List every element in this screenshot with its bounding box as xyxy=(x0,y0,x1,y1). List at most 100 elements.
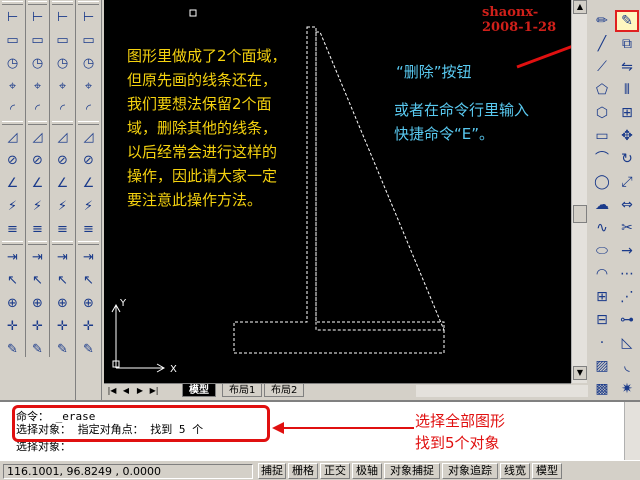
tab-first-button[interactable]: |◀ xyxy=(106,385,118,397)
command-window-scrollbar[interactable] xyxy=(624,402,640,460)
chamfer-icon[interactable]: ◺ xyxy=(615,332,639,354)
dimension-aligned-icon[interactable]: ▭ xyxy=(2,29,24,51)
erase-icon[interactable]: ✏ xyxy=(590,10,614,32)
offset-icon[interactable]: ⫴ xyxy=(615,79,639,101)
box-icon[interactable]: ⊢ xyxy=(27,6,49,28)
hatch-icon[interactable]: ▨ xyxy=(590,355,614,377)
walk-icon[interactable]: ⚡ xyxy=(52,195,74,217)
spline-icon[interactable]: ∿ xyxy=(590,217,614,239)
zoom-icon[interactable]: ⇥ xyxy=(78,246,100,268)
planar-surface-icon[interactable]: ⚡ xyxy=(27,195,49,217)
presspull-icon[interactable]: ⇥ xyxy=(27,246,49,268)
dimension-angular-icon[interactable]: ∠ xyxy=(2,172,24,194)
polygon-icon[interactable]: ⬡ xyxy=(590,102,614,124)
properties-icon[interactable]: ✎ xyxy=(52,338,74,360)
sphere-3d-icon[interactable]: ⊢ xyxy=(78,6,100,28)
toolbar-grip[interactable] xyxy=(2,241,23,245)
otrack-button[interactable]: 对象追踪 xyxy=(442,463,498,479)
stretch-icon[interactable]: ⇔ xyxy=(615,194,639,216)
toolbar-grip[interactable] xyxy=(52,1,73,5)
sweep-icon[interactable]: ↖ xyxy=(27,269,49,291)
make-block-icon[interactable]: ⊟ xyxy=(590,309,614,331)
lineweight-button[interactable]: 线宽 xyxy=(500,463,530,479)
camera-icon[interactable]: ⌖ xyxy=(52,75,74,97)
toolbar-grip[interactable] xyxy=(28,121,47,125)
dimension-ordinate-icon[interactable]: ⌖ xyxy=(2,75,24,97)
ellipse-icon[interactable]: ⬭ xyxy=(590,240,614,262)
helix-icon[interactable]: ∠ xyxy=(27,172,49,194)
construction-line-icon[interactable]: ⟋ xyxy=(590,56,614,78)
scale-icon[interactable]: ⤢ xyxy=(615,171,639,193)
pan-icon[interactable]: ↖ xyxy=(78,269,100,291)
light-icon[interactable]: ◜ xyxy=(52,98,74,120)
sphere-3d-icon[interactable]: ⊢ xyxy=(52,6,74,28)
arc-icon[interactable]: ⌒ xyxy=(590,148,614,170)
explode-icon[interactable]: ✷ xyxy=(615,378,639,400)
insert-block-icon[interactable]: ⊞ xyxy=(590,286,614,308)
ellipse-arc-icon[interactable]: ◠ xyxy=(590,263,614,285)
toolbar-grip[interactable] xyxy=(28,1,47,5)
tab-next-button[interactable]: ▶ xyxy=(134,385,146,397)
tab-last-button[interactable]: ▶| xyxy=(148,385,160,397)
light-icon[interactable]: ◜ xyxy=(78,98,100,120)
pyramid-icon[interactable]: ⊘ xyxy=(27,149,49,171)
tab-layout2[interactable]: 布局2 xyxy=(264,384,305,397)
line-icon[interactable]: ╱ xyxy=(590,33,614,55)
material-icon[interactable]: ◿ xyxy=(52,126,74,148)
fly-icon[interactable]: ≡ xyxy=(78,218,100,240)
join-icon[interactable]: ⊶ xyxy=(615,309,639,331)
snap-button[interactable]: 捕捉 xyxy=(258,463,286,479)
pan-icon[interactable]: ↖ xyxy=(52,269,74,291)
union-icon[interactable]: ✎ xyxy=(27,338,49,360)
gradient-icon[interactable]: ▩ xyxy=(590,378,614,400)
tab-prev-button[interactable]: ◀ xyxy=(120,385,132,397)
osnap-button[interactable]: 对象捕捉 xyxy=(384,463,440,479)
dimension-jogged-icon[interactable]: ◿ xyxy=(2,126,24,148)
grid-button[interactable]: 栅格 xyxy=(288,463,318,479)
render-icon[interactable]: ◷ xyxy=(52,52,74,74)
cylinder-icon[interactable]: ◜ xyxy=(27,98,49,120)
view-icon[interactable]: ⊘ xyxy=(52,149,74,171)
rotate-icon[interactable]: ↻ xyxy=(615,148,639,170)
shade-icon[interactable]: ▭ xyxy=(78,29,100,51)
circle-icon[interactable]: ◯ xyxy=(590,171,614,193)
move-icon[interactable]: ✥ xyxy=(615,125,639,147)
orbit-icon[interactable]: ∠ xyxy=(78,172,100,194)
material-icon[interactable]: ◿ xyxy=(78,126,100,148)
properties-icon[interactable]: ✎ xyxy=(78,338,100,360)
toolbar-grip[interactable] xyxy=(2,1,23,5)
toolbar-grip[interactable] xyxy=(2,121,23,125)
tab-model[interactable]: 模型 xyxy=(182,384,216,397)
quick-dimension-icon[interactable]: ⚡ xyxy=(2,195,24,217)
torus-icon[interactable]: ◿ xyxy=(27,126,49,148)
center-mark-icon[interactable]: ✛ xyxy=(2,315,24,337)
model-button[interactable]: 模型 xyxy=(532,463,562,479)
ortho-button[interactable]: 正交 xyxy=(320,463,350,479)
drawing-area[interactable]: Y X shaonx-2008-1-28 图形里做成了2个面域，但原先画的线条还… xyxy=(104,0,571,383)
array-icon[interactable]: ⊞ xyxy=(615,102,639,124)
loft-icon[interactable]: ✛ xyxy=(27,315,49,337)
break-icon[interactable]: ⋰ xyxy=(615,286,639,308)
cone-icon[interactable]: ◷ xyxy=(27,52,49,74)
extrude-icon[interactable]: ≡ xyxy=(27,218,49,240)
shade-icon[interactable]: ▭ xyxy=(52,29,74,51)
leader-icon[interactable]: ↖ xyxy=(2,269,24,291)
trim-icon[interactable]: ✂ xyxy=(615,217,639,239)
render-icon[interactable]: ◷ xyxy=(78,52,100,74)
scroll-up-arrow[interactable]: ▲ xyxy=(573,0,587,14)
tolerance-icon[interactable]: ⊕ xyxy=(2,292,24,314)
scroll-down-arrow[interactable]: ▼ xyxy=(573,366,587,380)
continue-dimension-icon[interactable]: ⇥ xyxy=(2,246,24,268)
dimension-linear-icon[interactable]: ⊢ xyxy=(2,6,24,28)
toolbar-grip[interactable] xyxy=(52,241,73,245)
fillet-icon[interactable]: ◟ xyxy=(615,355,639,377)
point-icon[interactable]: · xyxy=(590,332,614,354)
canvas-vertical-scrollbar[interactable]: ▲ ▼ xyxy=(571,0,587,383)
camera-icon[interactable]: ⌖ xyxy=(78,75,100,97)
ucs-icon[interactable]: ⊕ xyxy=(52,292,74,314)
ucs-icon[interactable]: ⊕ xyxy=(78,292,100,314)
rectangle-icon[interactable]: ▭ xyxy=(590,125,614,147)
copy-icon[interactable]: ⧉ xyxy=(615,33,639,55)
orbit-icon[interactable]: ∠ xyxy=(52,172,74,194)
scroll-thumb[interactable] xyxy=(573,205,587,223)
